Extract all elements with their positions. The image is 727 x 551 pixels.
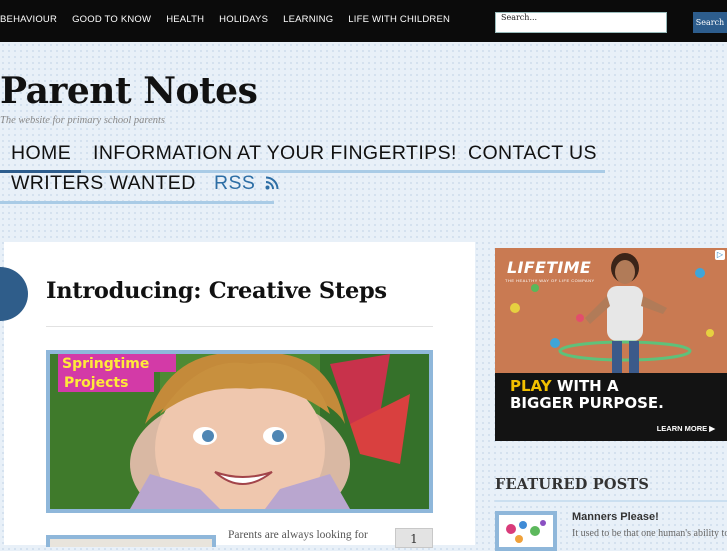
comment-count-badge[interactable]: 1	[395, 528, 433, 548]
ad-headline-line1: PLAY WITH A	[510, 377, 619, 395]
nav-writers-wanted[interactable]: WRITERS WANTED	[11, 172, 196, 195]
search-input[interactable]: Search...	[495, 12, 667, 33]
featured-post-excerpt: It used to be that one human's ability t…	[572, 528, 727, 539]
title-divider	[46, 326, 433, 327]
featured-post-title[interactable]: Manners Please!	[572, 511, 659, 523]
nav-good-to-know[interactable]: GOOD TO KNOW	[72, 14, 151, 25]
nav-home[interactable]: HOME	[11, 142, 71, 165]
featured-image[interactable]: Springtime Projects	[46, 350, 433, 513]
featured-post-thumbnail[interactable]	[495, 511, 557, 551]
featured-posts-divider	[495, 500, 727, 502]
sidebar-ad[interactable]: ▷ LIFETIME THE HEALTHY WAY OF LIFE COMPA…	[495, 248, 727, 441]
ad-headline-rest: WITH A	[551, 377, 619, 395]
ad-headline-highlight: PLAY	[510, 377, 552, 395]
hero-caption-line2: Projects	[64, 375, 128, 391]
site-tagline: The website for primary school parents	[0, 115, 165, 126]
nav-health[interactable]: HEALTH	[166, 14, 204, 25]
category-nav: BEHAVIOUR GOOD TO KNOW HEALTH HOLIDAYS L…	[0, 14, 465, 25]
ad-choices-icon[interactable]: ▷	[715, 250, 725, 260]
site-title[interactable]: Parent Notes	[0, 70, 258, 112]
nav-life-with-children[interactable]: LIFE WITH CHILDREN	[348, 14, 450, 25]
hero-caption-line1: Springtime	[62, 356, 149, 372]
ad-brand-logo: LIFETIME	[507, 258, 592, 277]
search-button[interactable]: Search	[693, 12, 727, 33]
featured-thumb-image	[499, 515, 553, 547]
nav-learning[interactable]: LEARNING	[283, 14, 333, 25]
ad-brand-sub: THE HEALTHY WAY OF LIFE COMPANY	[505, 278, 595, 283]
nav-rss[interactable]: RSS	[214, 172, 279, 195]
hero-photo: Springtime Projects	[50, 354, 429, 509]
nav-information[interactable]: INFORMATION AT YOUR FINGERTIPS!	[93, 142, 457, 165]
nav-behaviour[interactable]: BEHAVIOUR	[0, 14, 57, 25]
post-thumbnail[interactable]	[46, 535, 216, 547]
featured-posts-heading: FEATURED POSTS	[495, 476, 650, 493]
nav-underline-row2	[0, 201, 274, 204]
nav-contact-us[interactable]: CONTACT US	[468, 142, 597, 165]
post-title[interactable]: Introducing: Creative Steps	[46, 278, 387, 304]
nav-holidays[interactable]: HOLIDAYS	[219, 14, 268, 25]
search-placeholder: Search...	[501, 13, 538, 22]
rss-feed-icon	[265, 176, 279, 190]
ad-headline-line2: BIGGER PURPOSE.	[510, 394, 664, 412]
post-excerpt: Parents are always looking for	[228, 529, 368, 541]
nav-rss-label: RSS	[214, 172, 256, 194]
ad-learn-more[interactable]: LEARN MORE ▶	[657, 424, 715, 433]
